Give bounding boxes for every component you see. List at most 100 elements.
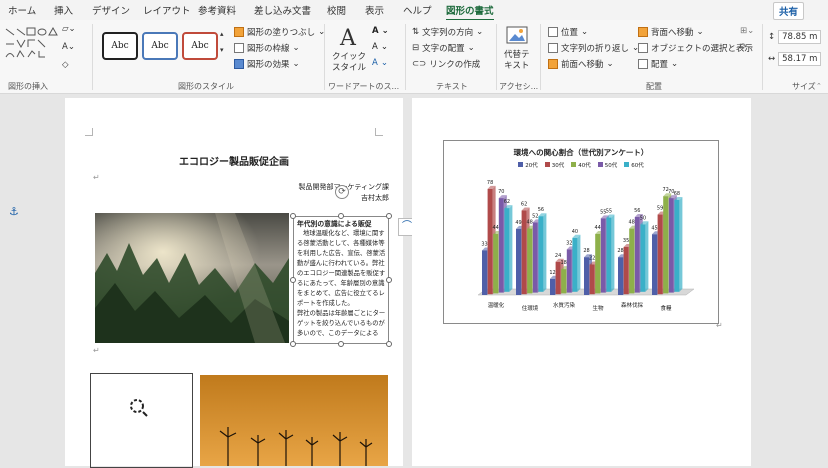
resize-handle[interactable]: [386, 277, 392, 283]
bar: [606, 217, 612, 292]
category-label: 生物: [592, 304, 604, 312]
edit-shape-icon[interactable]: ▱⌄: [62, 24, 76, 34]
forest-photo[interactable]: [95, 213, 289, 343]
wrap-text-button[interactable]: 文字列の折り返し ⌄: [548, 42, 639, 54]
tab-insert[interactable]: 挿入: [54, 3, 73, 17]
bar-side: [611, 214, 615, 292]
text-direction-button[interactable]: ⇅ 文字列の方向 ⌄: [412, 26, 483, 38]
text-direction-icon: ⇅: [412, 27, 420, 37]
text-fill-icon[interactable]: A ⌄: [372, 26, 389, 36]
create-link-button[interactable]: ⊂⊃ リンクの作成: [412, 58, 480, 70]
create-link-label: リンクの作成: [429, 60, 481, 70]
data-label: 22: [589, 256, 595, 262]
shape-style-preset-red[interactable]: Abc: [182, 32, 218, 60]
text-outline-icon[interactable]: A ⌄: [372, 42, 388, 52]
data-label: 45: [651, 225, 657, 231]
group-label-text: テキスト: [436, 82, 468, 91]
gallery-more-icon[interactable]: ▾: [220, 46, 224, 54]
quick-style-icon[interactable]: A: [340, 26, 356, 51]
textbox[interactable]: 年代別の意識による販促 地球温暖化など、環境に関する啓蒙活動として、各種媒体等を…: [297, 219, 387, 341]
rotate-icon[interactable]: ⟳⌄: [740, 42, 754, 52]
resize-handle[interactable]: [290, 277, 296, 283]
resize-handle[interactable]: [386, 213, 392, 219]
tab-home[interactable]: ホーム: [8, 3, 36, 17]
shape-height-field[interactable]: ↕ 78.85 m: [768, 30, 822, 44]
chart-frame[interactable]: 環境への関心割合（世代別アンケート） 20代 30代 40代 50代 60代 33 78 4…: [443, 140, 719, 324]
bar: [498, 198, 504, 293]
group-label-wordart: ワードアートのス...: [328, 82, 400, 91]
effects-icon: [234, 59, 244, 69]
resize-handle[interactable]: [386, 341, 392, 347]
legend-item: 30代: [544, 161, 565, 169]
wind-turbine-photo[interactable]: [200, 375, 388, 466]
chevron-down-icon: ⌄: [292, 59, 300, 69]
bring-forward-icon: [548, 59, 558, 69]
document-title[interactable]: エコロジー製品販促企画: [65, 153, 403, 168]
bar: [516, 228, 521, 295]
tab-view[interactable]: 表示: [365, 3, 384, 17]
shape-height-value: 78.85 m: [778, 30, 822, 44]
send-backward-label: 背面へ移動: [651, 28, 694, 38]
tab-shape-format[interactable]: 図形の書式: [446, 3, 494, 21]
bar: [600, 218, 606, 293]
group-objects-icon[interactable]: ⊞⌄: [740, 26, 754, 36]
data-label: 78: [487, 180, 493, 186]
legend-label: 50代: [604, 163, 618, 169]
resize-handle[interactable]: [338, 341, 344, 347]
shapes-gallery[interactable]: [4, 26, 64, 74]
legend-swatch: [571, 162, 577, 167]
edit-points-icon[interactable]: ◇: [62, 60, 69, 70]
text-effects-icon[interactable]: A ⌄: [372, 58, 388, 68]
quick-styles-button[interactable]: クイック スタイル: [332, 52, 366, 74]
position-button[interactable]: 位置 ⌄: [548, 26, 588, 38]
text-align-button[interactable]: ⊟ 文字の配置 ⌄: [412, 42, 475, 54]
bar: [634, 217, 640, 293]
tab-references[interactable]: 参考資料: [198, 3, 236, 17]
bring-forward-button[interactable]: 前面へ移動 ⌄: [548, 58, 614, 70]
resize-handle[interactable]: [290, 341, 296, 347]
image-frame[interactable]: [90, 373, 193, 468]
group-label-size: サイズ: [792, 82, 816, 91]
selection-pane-button[interactable]: オブジェクトの選択と表示: [638, 42, 753, 54]
rotate-handle-icon[interactable]: ⟳: [335, 185, 349, 199]
shape-effects-button[interactable]: 図形の効果 ⌄: [234, 58, 300, 70]
textbox-icon[interactable]: A⌄: [62, 42, 75, 52]
data-label: 48: [527, 220, 533, 226]
bar: [555, 261, 561, 295]
shape-style-preset-black[interactable]: Abc: [102, 32, 138, 60]
bar: [618, 257, 623, 295]
anchor-icon[interactable]: ⚓: [9, 205, 19, 218]
shape-fill-button[interactable]: 図形の塗りつぶし ⌄: [234, 26, 325, 38]
shape-style-preset-blue[interactable]: Abc: [142, 32, 178, 60]
legend-label: 30代: [551, 163, 565, 169]
shape-fill-label: 図形の塗りつぶし: [247, 28, 316, 38]
resize-handle[interactable]: [338, 213, 344, 219]
chevron-down-icon: ⌄: [671, 59, 679, 69]
tab-review[interactable]: 校閲: [327, 3, 346, 17]
tab-mailings[interactable]: 差し込み文書: [254, 3, 311, 17]
collapse-ribbon-icon[interactable]: ⌃: [816, 82, 822, 90]
tab-design[interactable]: デザイン: [92, 3, 130, 17]
tab-layout[interactable]: レイアウト: [143, 3, 191, 17]
share-button[interactable]: 共有: [772, 2, 804, 20]
group-label-arrange: 配置: [646, 82, 662, 91]
chevron-down-icon: ⌄: [696, 27, 704, 37]
data-label: 59: [657, 206, 663, 212]
shape-width-field[interactable]: ↔ 58.17 m: [768, 52, 822, 66]
alt-text-icon[interactable]: [506, 26, 528, 46]
gallery-scroll-icon[interactable]: ▴: [220, 30, 224, 38]
align-button[interactable]: 配置 ⌄: [638, 58, 678, 70]
bar: [532, 222, 538, 293]
alt-text-button[interactable]: 代替テ キスト: [504, 50, 530, 72]
send-backward-button[interactable]: 背面へ移動 ⌄: [638, 26, 704, 38]
resize-handle[interactable]: [290, 213, 296, 219]
category-label: 温暖化: [488, 301, 505, 309]
textbox-heading: 年代別の意識による販促: [297, 220, 372, 228]
shape-outline-button[interactable]: 図形の枠線 ⌄: [234, 42, 300, 54]
shape-outline-label: 図形の枠線: [247, 44, 290, 54]
legend-item: 60代: [624, 161, 644, 169]
text-align-icon: ⊟: [412, 43, 420, 53]
tab-help[interactable]: ヘルプ: [403, 3, 432, 17]
shape-width-value: 58.17 m: [778, 52, 822, 66]
group-label-accessibility: アクセシ...: [499, 82, 539, 91]
